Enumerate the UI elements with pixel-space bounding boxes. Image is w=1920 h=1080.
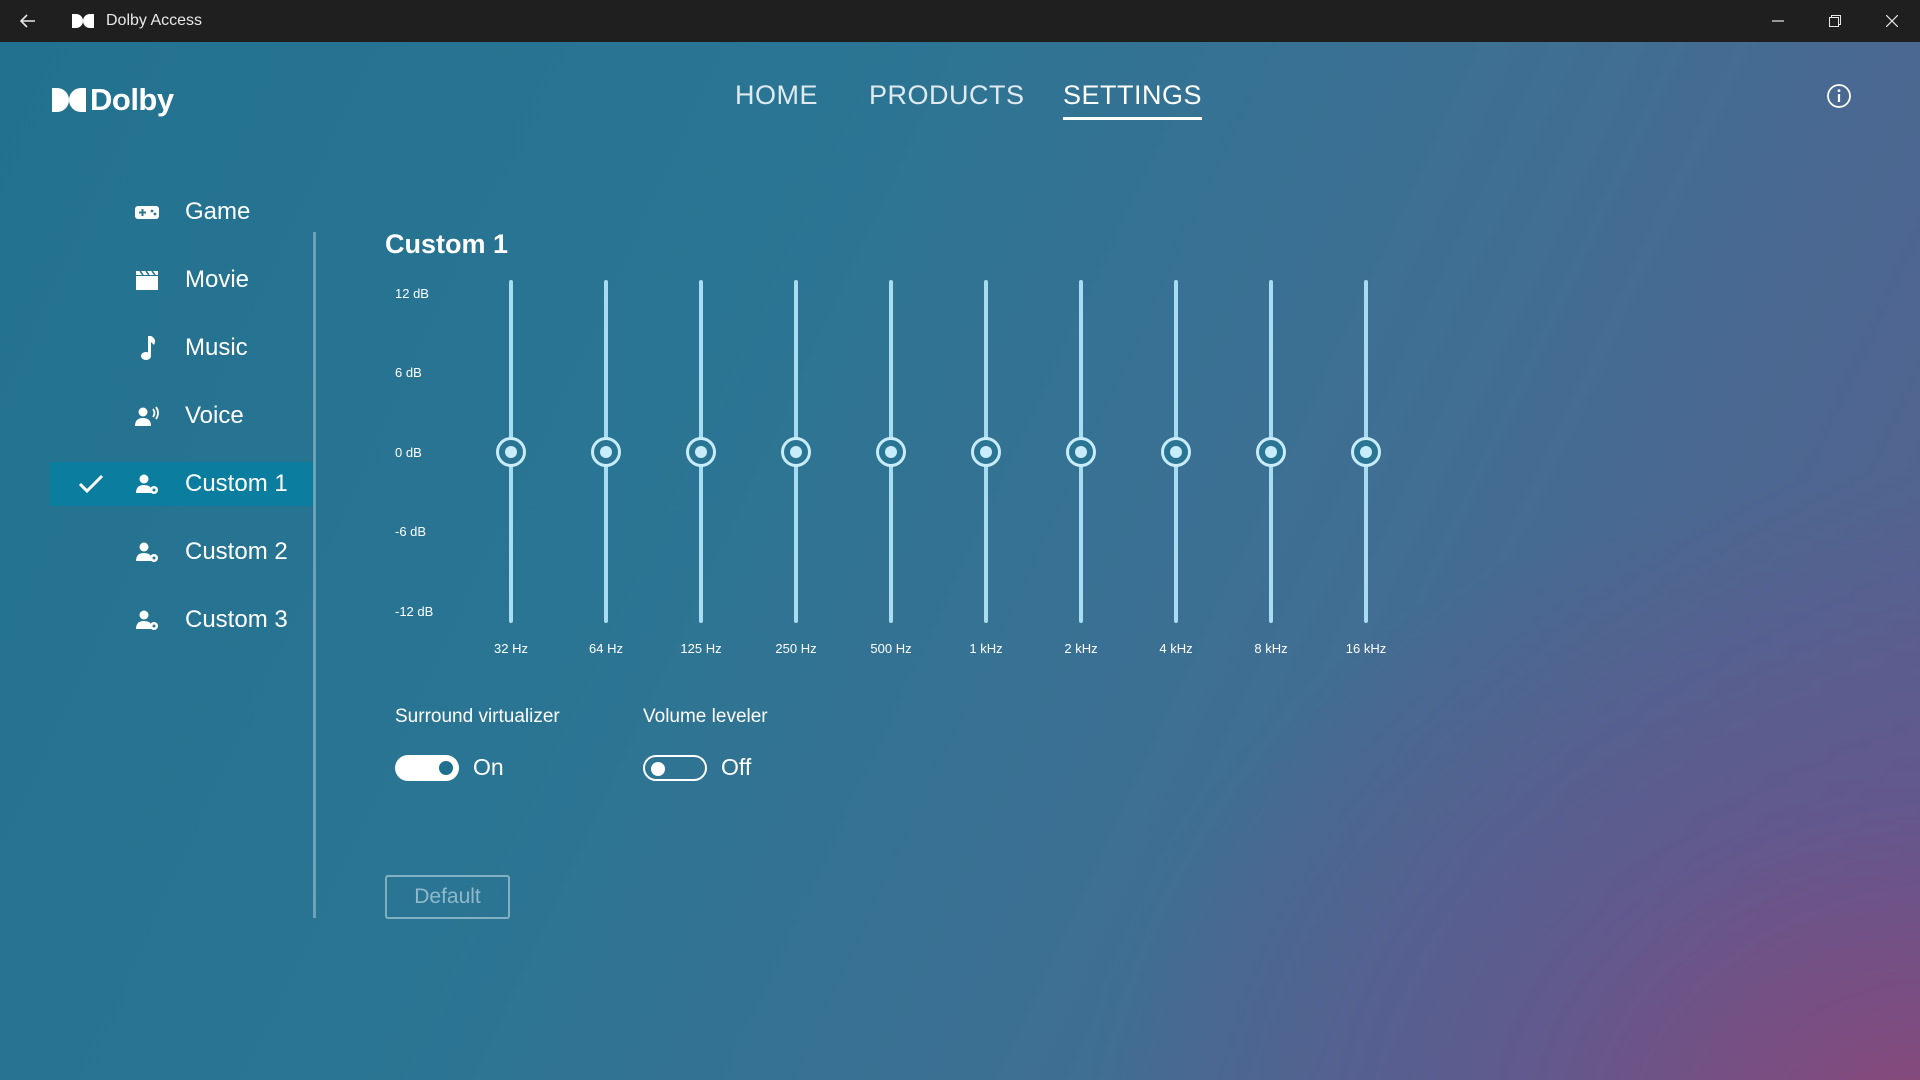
eq-slider-thumb[interactable] [876,436,906,467]
clapperboard-icon [134,267,160,293]
close-icon [1885,15,1898,27]
db-label-6: 6 dB [395,365,422,380]
eq-band-label: 125 Hz [680,641,722,656]
eq-band-500hz: 500 Hz [861,277,921,667]
info-icon[interactable] [1825,82,1853,110]
app-title: Dolby Access [106,12,203,29]
eq-slider-thumb[interactable] [686,436,716,467]
custom-profile-icon [134,607,160,633]
preset-title: Custom 1 [385,229,509,259]
volume-leveler-label: Volume leveler [643,706,768,727]
sidebar-divider [313,232,316,918]
minimize-button[interactable] [1749,0,1806,42]
eq-band-label: 64 Hz [589,641,623,656]
dolby-logo-icon [72,14,94,28]
eq-slider-thumb[interactable] [1161,436,1191,467]
surround-virtualizer-label: Surround virtualizer [395,706,560,727]
top-navigation: HOME PRODUCTS SETTINGS [0,80,1920,130]
checkmark-icon [78,474,104,494]
toggle-knob [439,760,453,775]
eq-slider-thumb[interactable] [971,436,1001,467]
surround-virtualizer-state: On [473,754,504,780]
sidebar-item-label: Music [185,334,248,361]
eq-band-1khz: 1 kHz [956,277,1016,667]
restore-button[interactable] [1806,0,1863,42]
custom-profile-icon [134,471,160,497]
eq-slider-thumb[interactable] [1066,436,1096,467]
main-area: Dolby HOME PRODUCTS SETTINGS Game Movie [0,42,1920,1080]
minimize-icon [1771,20,1784,22]
sidebar-item-custom-1[interactable]: Custom 1 [50,462,313,506]
eq-band-32hz: 32 Hz [481,277,541,667]
eq-band-125hz: 125 Hz [671,277,731,667]
sidebar-item-game[interactable]: Game [50,190,313,234]
eq-band-250hz: 250 Hz [766,277,826,667]
eq-band-label: 32 Hz [494,641,528,656]
music-note-icon [134,335,160,361]
eq-band-label: 2 kHz [1064,641,1098,656]
eq-band-label: 8 kHz [1254,641,1288,656]
sidebar-item-label: Custom 2 [185,538,288,565]
eq-band-label: 16 kHz [1345,641,1387,656]
nav-products[interactable]: PRODUCTS [869,80,1025,117]
eq-slider-thumb[interactable] [496,436,526,467]
volume-leveler-state: Off [721,754,752,780]
custom-profile-icon [134,539,160,565]
volume-leveler-toggle[interactable] [643,754,707,781]
sidebar-item-custom-3[interactable]: Custom 3 [50,598,313,642]
title-bar: Dolby Access [0,0,1920,42]
voice-icon [134,403,160,429]
nav-home[interactable]: HOME [735,80,818,117]
sidebar-item-custom-2[interactable]: Custom 2 [50,530,313,574]
toggle-knob [651,761,665,776]
back-button[interactable] [0,0,56,42]
eq-band-8khz: 8 kHz [1241,277,1301,667]
eq-band-16khz: 16 kHz [1336,277,1396,667]
nav-settings[interactable]: SETTINGS [1063,80,1203,120]
sidebar-item-movie[interactable]: Movie [50,258,313,302]
eq-band-64hz: 64 Hz [576,277,636,667]
eq-slider-thumb[interactable] [1351,436,1381,467]
eq-slider-thumb[interactable] [1256,436,1286,467]
eq-slider-thumb[interactable] [591,436,621,467]
sidebar-item-label: Custom 1 [185,470,288,497]
sidebar-item-music[interactable]: Music [50,326,313,370]
eq-band-label: 500 Hz [870,641,912,656]
volume-leveler-setting: Volume leveler Off [643,706,768,781]
eq-band-label: 1 kHz [969,641,1003,656]
sidebar-item-label: Voice [185,402,244,429]
eq-band-label: 4 kHz [1159,641,1193,656]
close-button[interactable] [1863,0,1920,42]
db-label-0: 0 dB [395,445,422,460]
gamepad-icon [134,199,160,225]
eq-slider-thumb[interactable] [781,436,811,467]
eq-band-4khz: 4 kHz [1146,277,1206,667]
sidebar-item-label: Game [185,198,251,225]
graphic-equalizer: 12 dB 6 dB 0 dB -6 dB -12 dB 32 Hz 64 Hz… [385,277,1386,667]
sidebar-item-label: Movie [185,266,250,293]
sidebar-item-voice[interactable]: Voice [50,394,313,438]
back-arrow-icon [20,14,35,28]
db-label-neg6: -6 dB [395,524,427,539]
surround-virtualizer-toggle[interactable] [395,754,459,781]
eq-band-2khz: 2 kHz [1051,277,1111,667]
sidebar-item-label: Custom 3 [185,606,288,633]
restore-icon [1828,15,1841,27]
db-label-12: 12 dB [395,286,429,301]
db-label-neg12: -12 dB [395,604,434,619]
surround-virtualizer-setting: Surround virtualizer On [395,706,560,781]
eq-band-label: 250 Hz [775,641,817,656]
default-button[interactable]: Default [385,875,510,919]
